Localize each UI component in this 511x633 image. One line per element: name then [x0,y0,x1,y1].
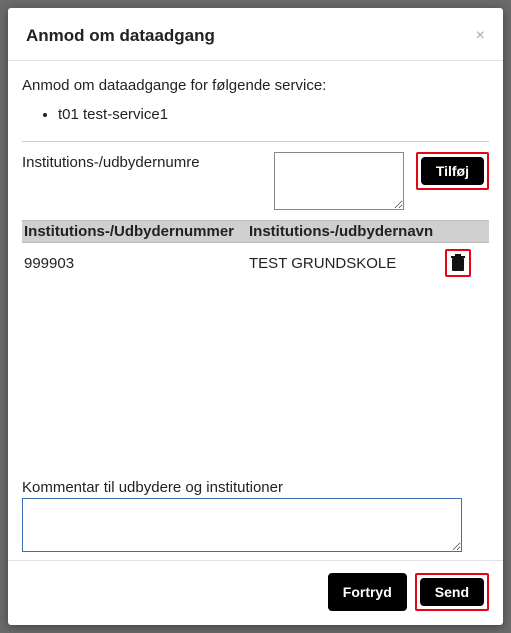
service-list: t01 test-service1 [22,104,489,125]
body-spacer [22,283,489,479]
modal-title: Anmod om dataadgang [26,26,215,46]
table-row: 999903 TEST GRUNDSKOLE [22,243,489,283]
table-header-number: Institutions-/Udbydernummer [22,223,249,240]
delete-row-highlight [445,249,471,277]
table-header: Institutions-/Udbydernummer Institutions… [22,220,489,243]
modal-body: Anmod om dataadgange for følgende servic… [8,61,503,560]
send-button-highlight: Send [415,573,489,611]
comment-textarea[interactable] [22,498,462,552]
institution-input-row: Institutions-/udbydernumre Tilføj [22,152,489,210]
add-button[interactable]: Tilføj [421,157,484,185]
modal-header: Anmod om dataadgang × [8,8,503,61]
intro-text: Anmod om dataadgange for følgende servic… [22,77,489,94]
trash-icon[interactable] [449,253,467,273]
separator [22,141,489,142]
cancel-button[interactable]: Fortryd [328,573,407,611]
add-button-highlight: Tilføj [416,152,489,190]
row-name: TEST GRUNDSKOLE [249,255,445,272]
table-header-name: Institutions-/udbydernavn [249,223,445,240]
institution-label: Institutions-/udbydernumre [22,152,262,171]
institution-numbers-input[interactable] [274,152,404,210]
close-button[interactable]: × [476,28,485,44]
row-number: 999903 [22,255,249,272]
comment-label: Kommentar til udbydere og institutioner [22,479,489,496]
modal-dialog: Anmod om dataadgang × Anmod om dataadgan… [8,8,503,625]
send-button[interactable]: Send [420,578,484,606]
modal-footer: Fortryd Send [8,560,503,625]
service-item: t01 test-service1 [58,104,489,125]
